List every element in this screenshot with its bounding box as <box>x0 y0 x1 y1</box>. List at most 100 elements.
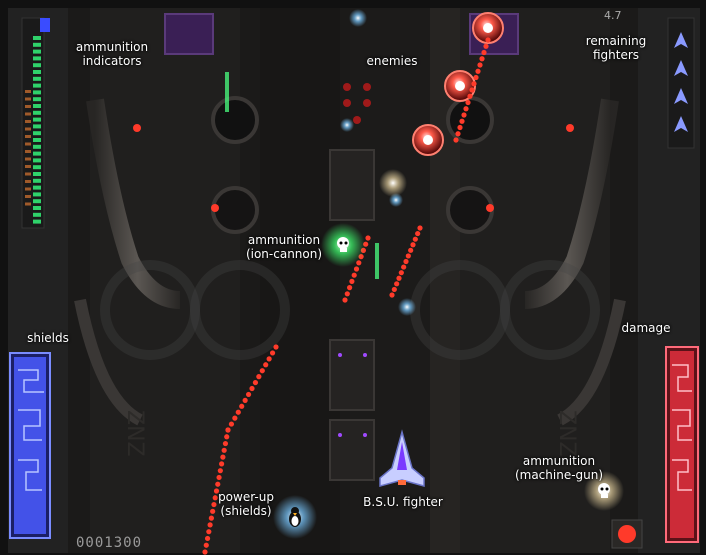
label-remaining-fighters: remaining fighters <box>585 34 647 62</box>
ammo-bar-secondary <box>25 90 31 93</box>
enemy-shot <box>349 278 355 284</box>
ammo-bar <box>33 212 41 217</box>
label-ammunition-indicators: ammunition indicators <box>75 40 149 68</box>
enemy-shot <box>396 275 402 281</box>
ammo-bar <box>33 124 41 129</box>
ammo-bar-secondary <box>25 187 31 191</box>
ammo-bar <box>33 206 41 210</box>
enemy-shot <box>477 62 483 68</box>
enemy-shot <box>465 99 471 106</box>
label-shields: shields <box>27 331 69 345</box>
ammo-bar <box>33 165 41 170</box>
enemy-shot <box>221 447 227 453</box>
enemy-shot <box>457 124 463 131</box>
ammo-bar <box>33 70 41 74</box>
enemy-shot <box>219 461 225 467</box>
enemy-shot <box>203 542 209 548</box>
enemy-shot <box>389 292 395 298</box>
ion-shot <box>225 72 229 112</box>
ammo-bar <box>33 63 41 68</box>
ammo-bar-secondary <box>25 157 31 161</box>
enemy-shot <box>263 362 269 368</box>
enemy-shot <box>483 43 489 49</box>
label-damage: damage <box>621 321 671 335</box>
enemy-shot <box>479 56 485 62</box>
enemy-shot <box>461 112 467 118</box>
enemy-shot <box>453 137 459 143</box>
enemy-shot <box>415 230 421 237</box>
enemy-shot <box>473 74 479 81</box>
ammo-bar-secondary <box>25 195 31 198</box>
ammo-bar <box>33 158 41 163</box>
enemy <box>412 124 444 156</box>
enemy-shot <box>481 49 487 56</box>
enemy-shot <box>217 468 223 474</box>
label-enemies: enemies <box>366 54 418 68</box>
damage-bar <box>665 346 699 543</box>
enemy-shot <box>215 481 221 487</box>
shields-bar <box>9 352 51 539</box>
ammo-bar <box>33 90 41 95</box>
enemy-shot <box>401 264 407 270</box>
ammo-bar-secondary <box>25 105 31 108</box>
enemy-shot <box>405 253 411 259</box>
label-ammunition-machine-gun: ammunition (machine-gun) <box>514 454 604 482</box>
ammo-bar <box>33 49 41 54</box>
ammo-bar <box>33 192 41 197</box>
ammo-bar <box>33 104 41 108</box>
enemy-shot <box>469 87 475 93</box>
enemy-shot <box>222 440 229 447</box>
ammo-bar <box>33 83 41 88</box>
enemy-shot <box>412 236 418 242</box>
enemy-shot <box>216 474 222 481</box>
enemy-shot <box>455 131 461 137</box>
enemy-shot <box>266 356 272 362</box>
ammo-bar-secondary <box>25 135 31 138</box>
enemy-shot <box>202 549 208 555</box>
enemy-shot <box>224 434 230 440</box>
enemy-shot <box>403 258 409 265</box>
enemy-shot <box>239 403 245 409</box>
enemy-shot <box>245 391 252 398</box>
enemy-shot <box>408 247 414 253</box>
svg-text:ZNZ: ZNZ <box>122 410 147 457</box>
enemy-shot <box>269 350 276 356</box>
enemy-shot <box>394 281 400 287</box>
ammo-bar <box>33 172 41 176</box>
ammo-bar-secondary <box>25 202 31 206</box>
ammo-bar <box>33 36 41 40</box>
explosion <box>379 169 407 197</box>
enemy-shot <box>259 368 265 374</box>
ammo-bar-secondary <box>25 180 31 183</box>
ammo-bar <box>33 117 41 122</box>
enemy-shot <box>467 93 473 99</box>
enemy-shot <box>459 118 465 124</box>
ammo-bar-secondary <box>25 120 31 123</box>
enemy-shot <box>417 225 423 231</box>
ammo-bar <box>33 144 41 149</box>
ammo-bar-secondary <box>25 150 31 153</box>
enemy-shot <box>410 242 416 248</box>
ammo-bar <box>33 56 41 61</box>
game-screen[interactable]: ZNZ ZNZ 0001300 4.7 ammunition indicator… <box>0 0 706 555</box>
svg-text:ZNZ: ZNZ <box>554 410 579 457</box>
ammo-bar-secondary <box>25 165 31 168</box>
enemy-shot <box>351 272 357 278</box>
enemy-shot <box>342 297 348 303</box>
enemy-shot <box>391 286 397 293</box>
fire-button-icon <box>618 525 636 543</box>
enemy-shot <box>463 106 469 112</box>
enemy-shot <box>475 68 481 74</box>
enemy-shot <box>398 270 404 276</box>
ammo-bar-secondary <box>25 127 31 131</box>
enemy-shot <box>256 374 262 380</box>
enemy-shot <box>347 285 353 291</box>
label-ammunition-ion-cannon: ammunition (ion-cannon) <box>245 233 323 261</box>
enemy-shot <box>344 291 350 297</box>
ammo-bar <box>33 76 41 81</box>
ammo-bar <box>33 42 41 47</box>
enemy-shot <box>206 529 212 535</box>
enemy-shot <box>225 427 231 433</box>
ammo-indicator-top <box>40 18 50 32</box>
ammo-bar <box>33 199 41 204</box>
